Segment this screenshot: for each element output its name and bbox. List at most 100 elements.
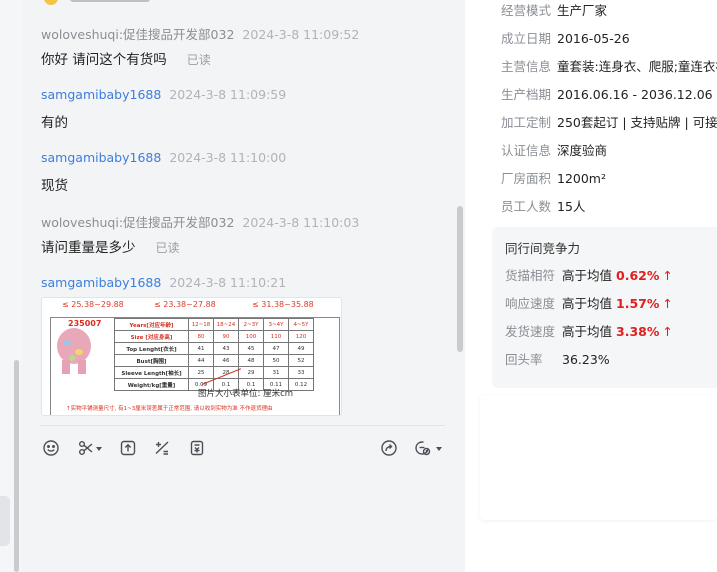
competition-row: 响应速度 高于均值 1.57% ↑ — [505, 293, 673, 312]
info-row: 主营信息 童套装:连身衣、爬服;童连衣裙 — [501, 56, 717, 75]
message-header: samgamibaby1688 2024-3-8 11:10:21 — [41, 275, 286, 290]
competition-key: 发货速度 — [505, 324, 556, 339]
message-time: 2024-3-8 11:09:59 — [169, 87, 287, 102]
competition-percent: 0.62% — [616, 268, 660, 283]
message-content: 有的 — [41, 115, 68, 131]
competition-title: 同行间竞争力 — [505, 241, 581, 256]
emoji-icon[interactable] — [40, 437, 62, 459]
competition-row: 发货速度 高于均值 3.38% ↑ — [505, 321, 673, 340]
size-table-cell: 52 — [288, 354, 314, 367]
size-table-cell: 50 — [263, 354, 289, 367]
size-table-row: Top Lenght[衣长] 41 43 45 47 49 — [114, 342, 314, 355]
size-table-cell: 3~4Y — [263, 318, 289, 331]
message-header: woloveshuqi:促佳搜品开发部032 2024-3-8 11:09:52 — [41, 24, 359, 43]
competition-key: 响应速度 — [505, 296, 556, 311]
size-table-row: Sleeve Length[袖长] 25 28 29 31 33 — [114, 366, 314, 379]
size-table-row: Years[对应年龄] 12~18 18~24 2~3Y 3~4Y 4~5Y — [114, 318, 314, 331]
message-time: 2024-3-8 11:09:52 — [242, 27, 360, 42]
size-table-cell: 46 — [213, 354, 239, 367]
message-content: 你好 请问这个有货吗 — [41, 52, 167, 68]
size-table-cell: 25 — [188, 366, 214, 379]
chart-note: ↑实物平铺测量尺寸, 有1~3厘米误差属于正常范围, 请以收到实物为准 不作退货… — [66, 406, 273, 412]
size-table-cell: 110 — [263, 330, 289, 343]
message-sender: woloveshuqi:促佳搜品开发部032 — [41, 215, 235, 230]
size-table-label: Size [对应身高] — [114, 330, 189, 343]
competition-percent: 1.57% — [616, 296, 660, 311]
arrow-up-icon: ↑ — [662, 324, 673, 339]
size-table-label: Top Lenght[衣长] — [114, 342, 189, 355]
message-time: 2024-3-8 11:10:21 — [169, 275, 287, 290]
size-table-cell: 4~5Y — [288, 318, 314, 331]
read-status: 已读 — [186, 53, 211, 67]
size-table-cell: 18~24 — [213, 318, 239, 331]
info-value: 15人 — [557, 199, 586, 214]
share-icon[interactable] — [378, 437, 400, 459]
upload-icon[interactable] — [117, 437, 139, 459]
size-table-row: Size [对应身高] 80 90 100 110 120 — [114, 330, 314, 343]
info-row: 加工定制 250套起订 | 支持贴牌 | 可接外 — [501, 112, 717, 131]
message-sender[interactable]: samgamibaby1688 — [41, 150, 161, 165]
size-table-label: Sleeve Length[袖长] — [114, 366, 189, 379]
arrow-up-icon: ↑ — [662, 296, 673, 311]
size-table-cell: 44 — [188, 354, 214, 367]
size-table-cell: 90 — [213, 330, 239, 343]
info-key: 加工定制 — [501, 115, 552, 130]
size-table-cell: 45 — [238, 342, 264, 355]
message-sender[interactable]: samgamibaby1688 — [41, 275, 161, 290]
competition-row: 货描相符 高于均值 0.62% ↑ — [505, 265, 673, 284]
info-key: 经营模式 — [501, 3, 552, 18]
size-range: ≤ 25.38~29.88 — [62, 300, 124, 309]
message-sender: woloveshuqi:促佳搜品开发部032 — [41, 27, 235, 42]
size-table-cell: 41 — [188, 342, 214, 355]
product-photo — [57, 328, 91, 374]
message-header: woloveshuqi:促佳搜品开发部032 2024-3-8 11:10:03 — [41, 212, 359, 231]
message-header: samgamibaby1688 2024-3-8 11:10:00 — [41, 150, 286, 165]
left-rail-tab[interactable] — [0, 496, 10, 546]
competition-value: 高于均值 — [562, 324, 613, 339]
message-sender[interactable]: samgamibaby1688 — [41, 87, 161, 102]
competition-value: 36.23% — [562, 352, 610, 367]
left-scrollbar[interactable] — [14, 360, 19, 572]
settings-icon[interactable] — [412, 437, 434, 459]
message-content: 请问重量是多少 — [41, 240, 136, 256]
read-status: 已读 — [155, 241, 180, 255]
info-key: 成立日期 — [501, 31, 552, 46]
message-time: 2024-3-8 11:10:00 — [169, 150, 287, 165]
size-table-cell: 47 — [263, 342, 289, 355]
composer-divider — [40, 425, 445, 426]
info-row: 认证信息 深度验商 — [501, 140, 607, 159]
chart-caption: 图片大小表单位: 厘米cm — [198, 389, 294, 399]
arrow-up-icon: ↑ — [662, 268, 673, 283]
info-row: 生产档期 2016.06.16 - 2036.12.06 — [501, 84, 713, 103]
info-value: 1200m² — [557, 171, 606, 186]
size-chart-image[interactable]: ≤ 25.38~29.88 ≤ 23.38~27.88 ≤ 31.38~35.8… — [41, 297, 342, 416]
info-key: 厂房面积 — [501, 171, 552, 186]
calculator-icon[interactable] — [151, 437, 173, 459]
info-row: 成立日期 2016-05-26 — [501, 28, 630, 47]
size-table-cell: 31 — [263, 366, 289, 379]
size-table-cell: 80 — [188, 330, 214, 343]
size-table-label: Years[对应年龄] — [114, 318, 189, 331]
size-table-cell: 100 — [238, 330, 264, 343]
chat-scrollbar[interactable] — [457, 206, 463, 352]
size-table-cell: 29 — [238, 366, 264, 379]
chevron-down-icon[interactable] — [436, 447, 442, 451]
info-key: 认证信息 — [501, 143, 552, 158]
competition-key: 回头率 — [505, 352, 543, 367]
info-value: 深度验商 — [557, 143, 608, 158]
size-table-cell: 49 — [288, 342, 314, 355]
size-table-cell: 120 — [288, 330, 314, 343]
competition-row: 回头率 36.23% — [505, 349, 610, 368]
size-table-cell: 48 — [238, 354, 264, 367]
size-table-cell: 12~18 — [188, 318, 214, 331]
competition-value: 高于均值 — [562, 296, 613, 311]
trash-icon[interactable] — [186, 437, 208, 459]
scissors-icon[interactable] — [75, 437, 97, 459]
chevron-down-icon[interactable] — [96, 447, 102, 451]
info-row: 厂房面积 1200m² — [501, 168, 606, 187]
message-text: 请问重量是多少 已读 — [41, 236, 180, 256]
message-content: 现货 — [41, 178, 68, 194]
size-table-cell: 2~3Y — [238, 318, 264, 331]
info-row: 经营模式 生产厂家 — [501, 0, 607, 19]
info-value: 250套起订 | 支持贴牌 | 可接外 — [557, 115, 717, 130]
